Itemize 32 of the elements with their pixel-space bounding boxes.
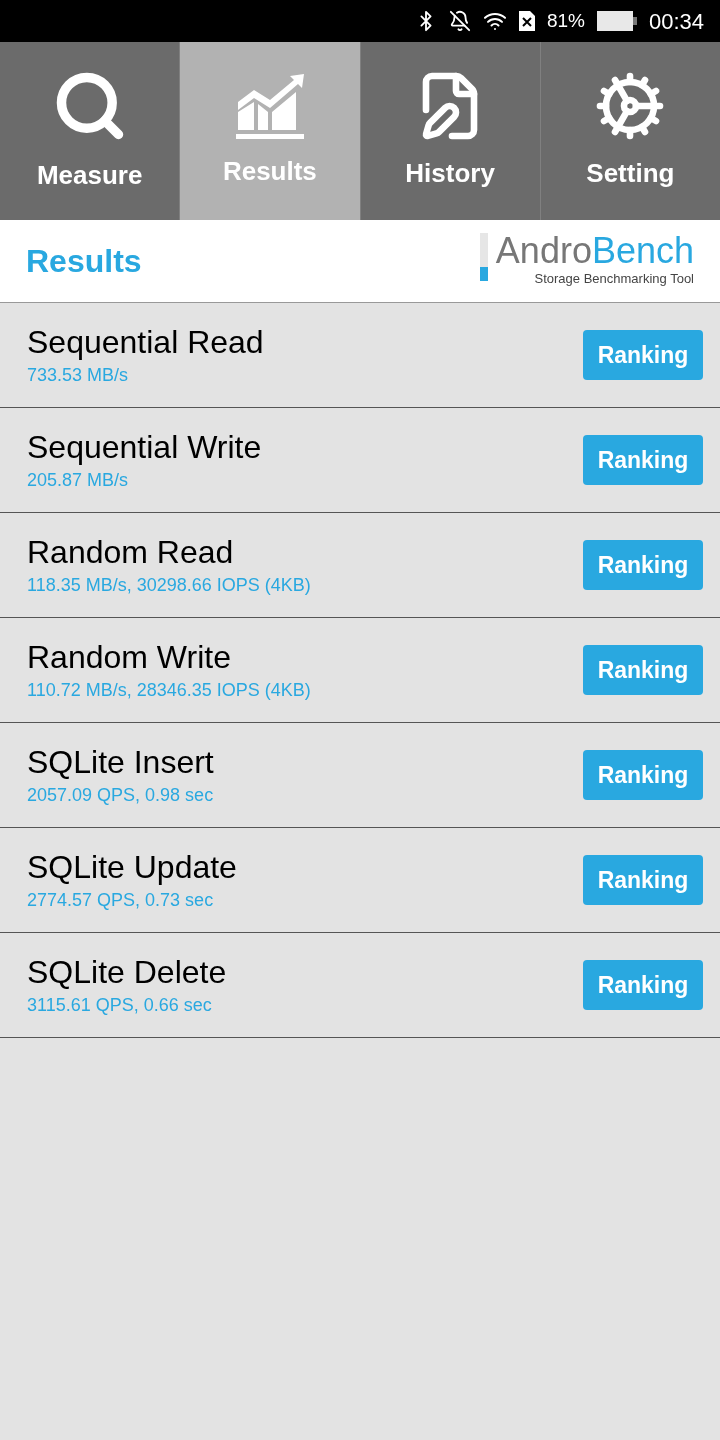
- clock: 00:34: [648, 7, 704, 36]
- battery-icon: [596, 11, 637, 31]
- ranking-button[interactable]: Ranking: [583, 435, 703, 485]
- test-result: 118.35 MB/s, 30298.66 IOPS (4KB): [27, 573, 311, 597]
- sim-card-icon: [518, 11, 535, 31]
- test-result: 733.53 MB/s: [27, 363, 130, 387]
- test-result: 2057.09 QPS, 0.98 sec: [27, 783, 214, 807]
- test-name: Random Write: [27, 637, 232, 677]
- nav-tab[interactable]: Results: [179, 42, 360, 220]
- test-name: SQLite Delete: [27, 952, 227, 992]
- test-result: 2774.57 QPS, 0.73 sec: [27, 888, 215, 912]
- test-result: 3115.61 QPS, 0.66 sec: [27, 993, 213, 1017]
- battery-percent: 81%: [546, 8, 585, 33]
- chart-icon: [233, 71, 306, 140]
- page-title: Results: [26, 242, 142, 281]
- ranking-button[interactable]: Ranking: [583, 645, 703, 695]
- test-result: 205.87 MB/s: [27, 468, 130, 492]
- test-name: Random Read: [27, 532, 235, 572]
- test-name: Sequential Read: [27, 322, 264, 362]
- ranking-button[interactable]: Ranking: [583, 960, 703, 1010]
- test-name: Sequential Write: [27, 427, 262, 467]
- ranking-button[interactable]: Ranking: [583, 750, 703, 800]
- ranking-button[interactable]: Ranking: [583, 855, 703, 905]
- test-name: SQLite Insert: [27, 742, 214, 782]
- bell-off-icon: [448, 10, 471, 32]
- logo-bar-icon: [479, 233, 488, 282]
- app-logo-wordmark: AndroBench: [495, 233, 694, 270]
- ranking-button[interactable]: Ranking: [583, 540, 703, 590]
- logo-tagline: Storage Benchmarking Tool: [534, 270, 694, 289]
- test-name: SQLite Update: [27, 847, 237, 887]
- ranking-button[interactable]: Ranking: [583, 330, 703, 380]
- test-result: 110.72 MB/s, 28346.35 IOPS (4KB): [27, 678, 311, 702]
